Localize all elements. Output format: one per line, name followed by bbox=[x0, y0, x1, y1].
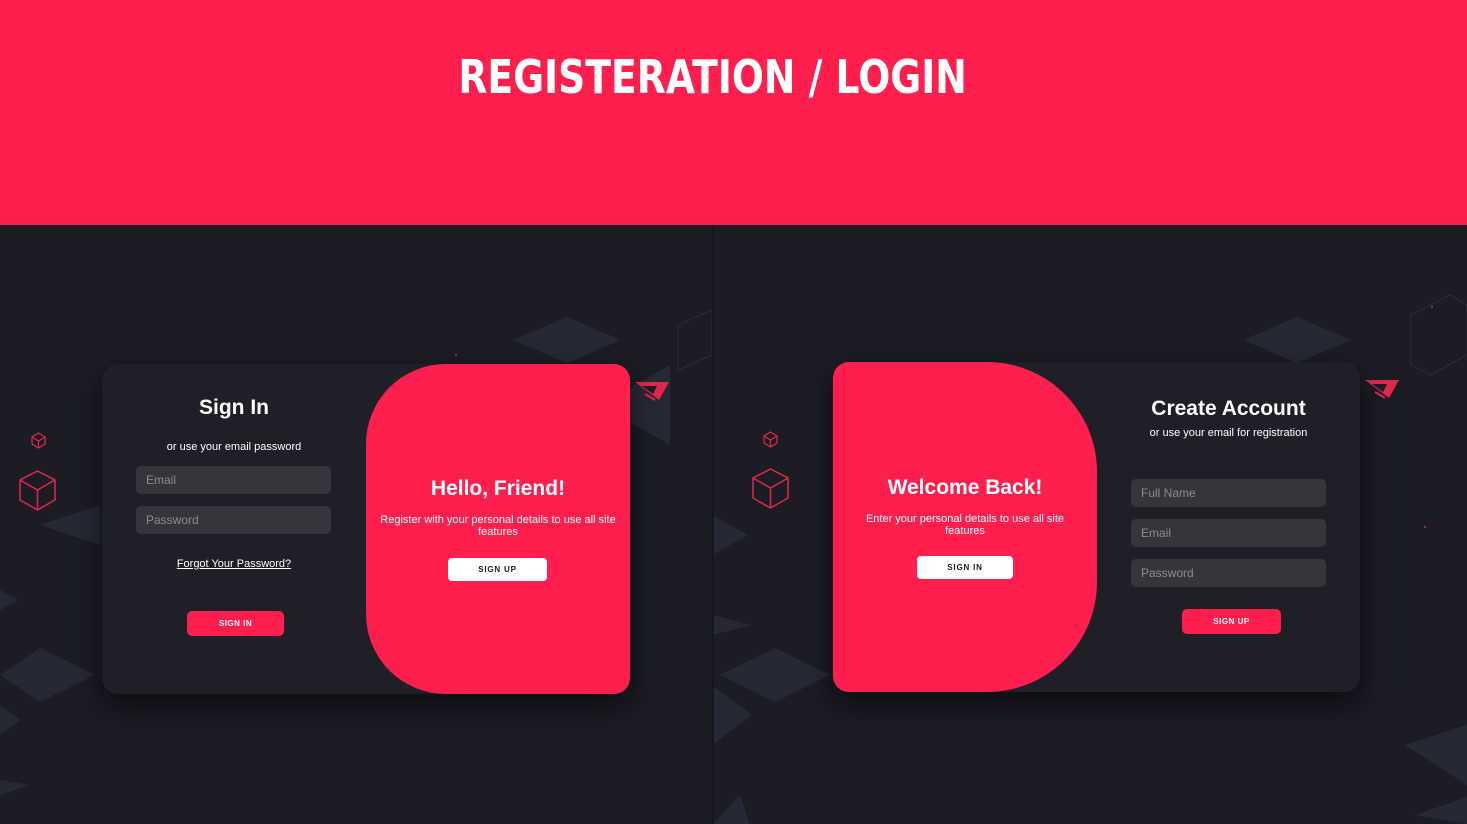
sign-up-card: Welcome Back! Enter your personal detail… bbox=[833, 362, 1360, 692]
sign-up-overlay: Hello, Friend! Register with your person… bbox=[366, 364, 630, 694]
overlay-title: Welcome Back! bbox=[887, 476, 1043, 499]
sign-in-overlay: Welcome Back! Enter your personal detail… bbox=[833, 362, 1097, 692]
cube-icon bbox=[763, 431, 778, 448]
sign-in-password-field[interactable] bbox=[136, 506, 331, 534]
create-account-title: Create Account bbox=[1151, 397, 1306, 420]
full-name-field[interactable] bbox=[1131, 479, 1326, 507]
sign-in-card: Sign In or use your email password Forgo… bbox=[102, 364, 630, 694]
switch-to-sign-in-button[interactable]: SIGN IN bbox=[917, 556, 1013, 579]
cube-icon bbox=[752, 468, 789, 509]
split-divider bbox=[712, 225, 714, 824]
page-header: REGISTERATION / LOGIN bbox=[0, 0, 1467, 225]
demo-area: Sign In or use your email password Forgo… bbox=[0, 225, 1467, 824]
brand-logo-icon bbox=[1365, 380, 1399, 399]
sign-up-button[interactable]: SIGN UP bbox=[1182, 609, 1281, 634]
brand-logo-icon bbox=[635, 382, 669, 401]
cube-icon bbox=[19, 470, 56, 511]
sign-up-password-field[interactable] bbox=[1131, 559, 1326, 587]
switch-to-sign-up-button[interactable]: SIGN UP bbox=[448, 558, 547, 581]
sign-in-button[interactable]: SIGN IN bbox=[187, 611, 284, 636]
sign-in-email-field[interactable] bbox=[136, 466, 331, 494]
overlay-title: Hello, Friend! bbox=[430, 477, 566, 500]
cube-icon bbox=[31, 432, 46, 449]
sign-in-subtitle: or use your email password bbox=[166, 441, 302, 453]
sign-up-email-field[interactable] bbox=[1131, 519, 1326, 547]
overlay-text: Register with your personal details to u… bbox=[380, 514, 616, 538]
forgot-password-link[interactable]: Forgot Your Password? bbox=[102, 558, 366, 570]
page-title: REGISTERATION / LOGIN bbox=[458, 50, 967, 104]
sign-in-title: Sign In bbox=[199, 396, 269, 419]
create-account-subtitle: or use your email for registration bbox=[1149, 427, 1308, 439]
overlay-text: Enter your personal details to use all s… bbox=[865, 513, 1065, 537]
